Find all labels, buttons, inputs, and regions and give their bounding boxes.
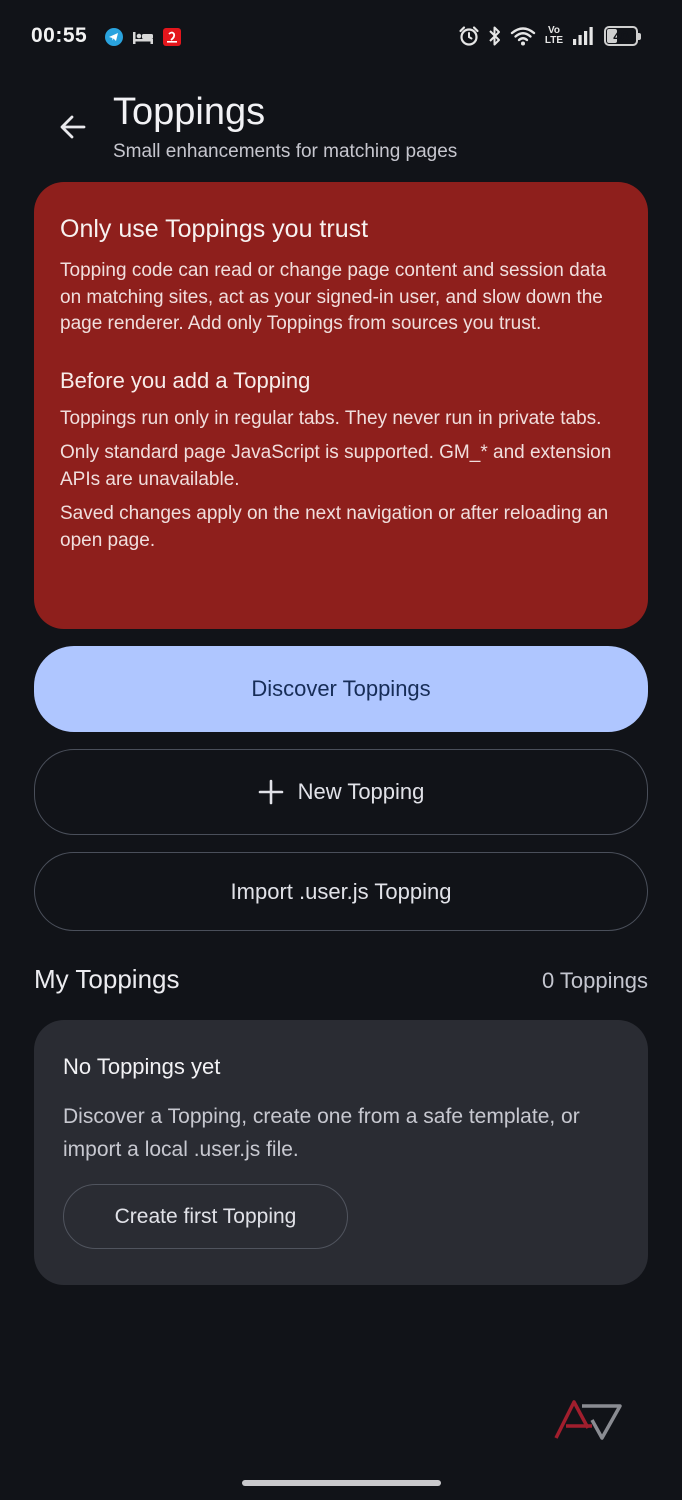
- back-button[interactable]: [50, 104, 96, 150]
- arrow-left-icon: [60, 115, 86, 139]
- toppings-count: 0 Toppings: [541, 968, 648, 993]
- empty-state-card: No Toppings yet Discover a Topping, crea…: [34, 1020, 648, 1285]
- my-toppings-heading: My Toppings: [34, 964, 180, 994]
- airtel-icon: [162, 27, 182, 47]
- create-first-topping-button[interactable]: Create first Topping: [63, 1184, 348, 1249]
- status-time: 00:55: [31, 24, 88, 47]
- warning-subtitle: Before you add a Topping: [60, 367, 311, 393]
- system-icons: Vo LTE 40: [458, 25, 641, 47]
- plus-icon: [258, 779, 283, 805]
- discover-toppings-label: Discover Toppings: [251, 676, 431, 701]
- import-userjs-button[interactable]: Import .user.js Topping: [34, 852, 648, 931]
- create-first-topping-label: Create first Topping: [114, 1204, 297, 1228]
- warning-body: Topping code can read or change page con…: [60, 260, 607, 334]
- warning-item-private-tabs: Toppings run only in regular tabs. They …: [60, 407, 602, 429]
- volte-icon: Vo LTE: [544, 25, 564, 46]
- wifi-icon: [510, 25, 536, 47]
- import-userjs-label: Import .user.js Topping: [230, 878, 452, 904]
- warning-item-reload: Saved changes apply on the next navigati…: [60, 503, 609, 551]
- new-topping-label: New Topping: [297, 779, 425, 804]
- gesture-nav-handle[interactable]: [242, 1480, 441, 1486]
- discover-toppings-button[interactable]: Discover Toppings: [34, 646, 648, 732]
- empty-state-title: No Toppings yet: [63, 1054, 221, 1079]
- battery-percent: 40: [613, 28, 629, 44]
- notification-icons: [104, 27, 182, 47]
- alarm-icon: [458, 25, 480, 47]
- bluetooth-icon: [488, 25, 502, 47]
- page-title: Toppings: [113, 91, 266, 133]
- status-bar: 00:55 Vo LTE 40: [0, 0, 682, 78]
- warning-item-javascript: Only standard page JavaScript is support…: [60, 442, 612, 490]
- signal-icon: [572, 26, 594, 46]
- watermark-logo-icon: [554, 1400, 622, 1440]
- bed-icon: [132, 28, 154, 46]
- telegram-icon: [104, 27, 124, 47]
- empty-state-text: Discover a Topping, create one from a sa…: [63, 1105, 580, 1161]
- trust-warning-card: Only use Toppings you trust Topping code…: [34, 182, 648, 629]
- battery-icon: 40: [604, 26, 641, 46]
- new-topping-button[interactable]: New Topping: [34, 749, 648, 835]
- warning-title: Only use Toppings you trust: [60, 215, 369, 243]
- page-subtitle: Small enhancements for matching pages: [113, 141, 458, 162]
